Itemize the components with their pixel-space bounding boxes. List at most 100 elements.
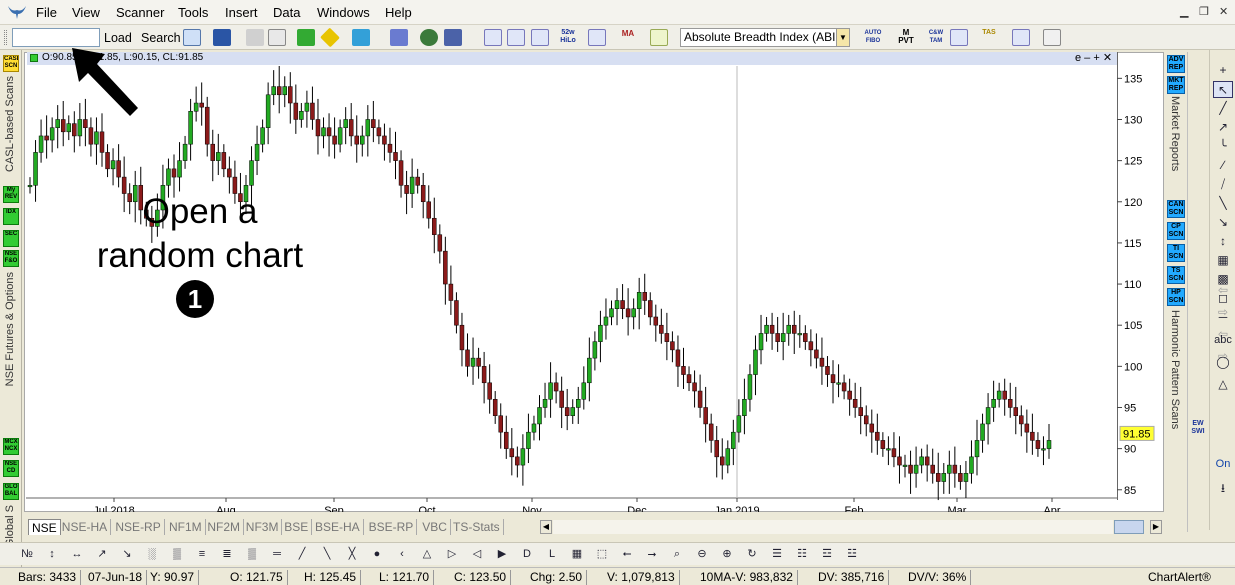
m-pvt-icon[interactable]: M PVT	[897, 29, 915, 46]
report-badge-1[interactable]: MKT REP	[1167, 76, 1185, 94]
tab-nf2m[interactable]: NF2M	[204, 519, 245, 535]
cw-tam-icon[interactable]: C&W TAM	[927, 29, 945, 46]
minimize-button[interactable]: ▁	[1180, 5, 1188, 18]
bottom-tool-icon-6[interactable]: ▒	[168, 546, 186, 563]
right-vertical-label-1[interactable]: Harmonic Pattern Scans	[1169, 310, 1181, 429]
tab-nse-ha[interactable]: NSE-HA	[59, 519, 112, 535]
restore-button[interactable]: ❐	[1199, 5, 1209, 18]
grid-icon[interactable]: ▦	[1213, 252, 1233, 269]
bottom-tool-icon-5[interactable]: ░	[143, 546, 161, 563]
bottom-tool-icon-27[interactable]: ⊖	[693, 546, 711, 563]
trendline-icon[interactable]: ╱	[1213, 100, 1233, 117]
ma-icon[interactable]: MA	[619, 29, 637, 46]
left-badge-2[interactable]: IDX	[3, 208, 19, 225]
bottom-tool-icon-0[interactable]: №	[18, 546, 36, 563]
tab-bse-rp[interactable]: BSE-RP	[366, 519, 418, 535]
bottom-tool-icon-1[interactable]: ↕	[43, 546, 61, 563]
stochastic-icon[interactable]	[588, 29, 606, 46]
pattern-icon[interactable]	[950, 29, 968, 46]
crosshair-icon[interactable]: +	[1213, 62, 1233, 79]
bottom-tool-icon-14[interactable]: ●	[368, 546, 386, 563]
vertical-line-icon[interactable]: ↕	[1213, 233, 1233, 250]
bottom-tool-icon-7[interactable]: ≡	[193, 546, 211, 563]
close-button[interactable]: ✕	[1219, 5, 1228, 18]
horizontal-scrollbar[interactable]	[553, 520, 1113, 534]
window-icon[interactable]	[444, 29, 462, 46]
scroll-thumb[interactable]	[1114, 520, 1144, 534]
bottom-tool-icon-11[interactable]: ╱	[293, 546, 311, 563]
report-badge-4[interactable]: TI SCN	[1167, 244, 1185, 262]
left-badge-3[interactable]: SEC	[3, 230, 19, 247]
report-badge-3[interactable]: CP SCN	[1167, 222, 1185, 240]
save-icon[interactable]	[213, 29, 231, 46]
menu-windows[interactable]: Windows	[317, 5, 370, 20]
bottom-tool-icon-29[interactable]: ↻	[743, 546, 761, 563]
print-icon[interactable]	[246, 29, 264, 46]
bottom-tool-icon-33[interactable]: ☳	[843, 546, 861, 563]
menu-view[interactable]: View	[72, 5, 100, 20]
trend-icon[interactable]	[1012, 29, 1030, 46]
on-toggle[interactable]: On	[1213, 456, 1233, 473]
select-symbol-icon[interactable]	[183, 29, 201, 46]
chevron-down-icon[interactable]: ▼	[836, 29, 849, 46]
download-icon[interactable]	[297, 29, 315, 46]
channel-icon[interactable]: ╲	[1213, 195, 1233, 212]
tab-nse-rp[interactable]: NSE-RP	[112, 519, 165, 535]
arc-icon[interactable]: ╰	[1213, 138, 1233, 155]
bottom-tool-icon-8[interactable]: ≣	[218, 546, 236, 563]
ew-swing-icon[interactable]: EW SWI	[1187, 420, 1209, 442]
triangle-icon[interactable]	[1043, 29, 1061, 46]
ray-icon[interactable]: ↗	[1213, 119, 1233, 136]
menu-scanner[interactable]: Scanner	[116, 5, 164, 20]
tab-vbc[interactable]: VBC	[419, 519, 451, 535]
tab-nse[interactable]: NSE	[28, 519, 61, 535]
bottom-tool-icon-20[interactable]: D	[518, 546, 536, 563]
left-badge-6[interactable]: NSE CD	[3, 460, 19, 477]
pointer-icon[interactable]: ↖	[1213, 81, 1233, 98]
line-icon[interactable]: ∕	[1213, 157, 1233, 174]
volume-icon[interactable]	[507, 29, 525, 46]
bottom-tool-icon-28[interactable]: ⊕	[718, 546, 736, 563]
globe-icon[interactable]	[420, 29, 438, 46]
bottom-tool-icon-13[interactable]: ╳	[343, 546, 361, 563]
left-badge-4[interactable]: NSE F&O	[3, 250, 19, 267]
indicator-select[interactable]: Absolute Breadth Index (ABI ▼	[680, 28, 850, 47]
bottom-tool-icon-30[interactable]: ☰	[768, 546, 786, 563]
bottom-tool-icon-12[interactable]: ╲	[318, 546, 336, 563]
link-icon[interactable]	[390, 29, 408, 46]
tab-nf3m[interactable]: NF3M	[243, 519, 283, 535]
oscillator-icon[interactable]	[531, 29, 549, 46]
bottom-right-tool-icon[interactable]: ⭳	[1213, 480, 1233, 497]
tab-ts-stats[interactable]: TS-Stats	[450, 519, 504, 535]
menu-help[interactable]: Help	[385, 5, 412, 20]
overlay-icon[interactable]	[650, 29, 668, 46]
scroll-right-button[interactable]: ▶	[1150, 520, 1162, 534]
52w-hilo-icon[interactable]: 52w HiLo	[557, 29, 579, 46]
auto-fibo-icon[interactable]: AUTO FIBO	[864, 29, 882, 46]
bottom-tool-icon-4[interactable]: ↘	[118, 546, 136, 563]
report-badge-5[interactable]: TS SCN	[1167, 266, 1185, 284]
bottom-tool-icon-21[interactable]: L	[543, 546, 561, 563]
menu-insert[interactable]: Insert	[225, 5, 258, 20]
left-badge-1[interactable]: My REV	[3, 186, 19, 203]
bottom-tool-icon-23[interactable]: ⬚	[593, 546, 611, 563]
bottom-tool-icon-24[interactable]: ⭠	[618, 546, 636, 563]
abc-text-tool[interactable]: abc	[1213, 332, 1233, 349]
indicator-icon[interactable]	[484, 29, 502, 46]
menu-tools[interactable]: Tools	[178, 5, 208, 20]
bottom-tool-icon-22[interactable]: ▦	[568, 546, 586, 563]
diamond-icon[interactable]	[320, 27, 340, 48]
bottom-tool-icon-32[interactable]: ☲	[818, 546, 836, 563]
menu-data[interactable]: Data	[273, 5, 300, 20]
bottom-tool-icon-26[interactable]: ⌕	[668, 546, 686, 563]
bottom-tool-icon-31[interactable]: ☷	[793, 546, 811, 563]
arrow-tool-icon-0[interactable]: ⇦	[1213, 282, 1233, 299]
arrow-tool-icon-1[interactable]: ⇨	[1213, 304, 1233, 321]
bottom-tool-icon-15[interactable]: ‹	[393, 546, 411, 563]
bottom-tool-icon-10[interactable]: ═	[268, 546, 286, 563]
fan-icon[interactable]: ⧸	[1213, 176, 1233, 193]
bottom-tool-icon-3[interactable]: ↗	[93, 546, 111, 563]
report-badge-6[interactable]: HP SCN	[1167, 288, 1185, 306]
bull-logo-icon[interactable]	[6, 4, 28, 20]
regression-icon[interactable]: ↘	[1213, 214, 1233, 231]
